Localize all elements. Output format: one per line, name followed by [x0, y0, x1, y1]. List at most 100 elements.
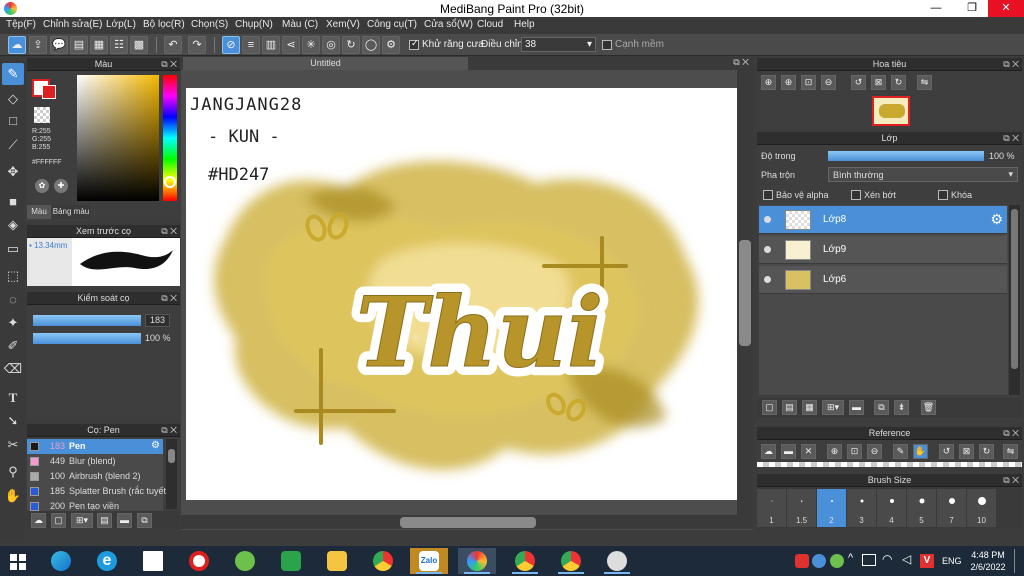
panel-close-icon[interactable]: ⧉ ✕ — [733, 57, 749, 68]
tab-palette[interactable]: Bảng màu — [52, 205, 90, 219]
ellipse-snap-icon[interactable]: ◯ — [362, 36, 380, 54]
duplicate-layer-icon[interactable]: ⧉ — [874, 400, 889, 415]
divide-tool-icon[interactable]: ✂ — [2, 434, 24, 456]
folder-icon[interactable]: ▬ — [849, 400, 864, 415]
layer-list-scrollbar[interactable] — [1009, 205, 1020, 395]
antialias-checkbox[interactable]: ✓ — [409, 38, 419, 50]
background-color-swatch[interactable] — [42, 85, 56, 99]
zoom-in-icon[interactable]: ⊕ — [761, 75, 776, 90]
menu-capture[interactable]: Chụp(N) — [235, 19, 273, 30]
eyedropper-tool-icon[interactable]: ⚲ — [2, 461, 24, 483]
menu-view[interactable]: Xem(V) — [326, 19, 360, 30]
select-tool-icon[interactable]: ⬚ — [2, 265, 24, 287]
copy-brush-icon[interactable]: ⧉ — [137, 513, 152, 528]
open-folder-icon[interactable]: ▬ — [781, 444, 796, 459]
soft-edge-checkbox[interactable] — [602, 40, 612, 50]
taskbar-medibang[interactable] — [458, 548, 496, 574]
zoom-out-icon[interactable]: ⊖ — [821, 75, 836, 90]
windows-start-icon[interactable] — [10, 554, 26, 570]
panel-close-icon[interactable]: ⧉ ✕ — [161, 225, 177, 238]
reset-rotate-icon[interactable]: ⊠ — [871, 75, 886, 90]
layer-row-9[interactable]: Lớp9 — [759, 236, 1007, 264]
brush-size-slider[interactable] — [33, 315, 141, 326]
zoom-in-2-icon[interactable]: ⊕ — [781, 75, 796, 90]
panel-close-icon[interactable]: ⧉ ✕ — [1003, 58, 1019, 71]
brush-size-option[interactable]: 4 — [877, 489, 907, 527]
document-canvas[interactable]: JANGJANG28 - KUN - #HD247 Thui Thui — [186, 88, 737, 500]
folder-icon[interactable]: ▬ — [117, 513, 132, 528]
fit-icon[interactable]: ⊡ — [801, 75, 816, 90]
cross-snap-icon[interactable]: ▥ — [262, 36, 280, 54]
select-pen-tool-icon[interactable]: ✐ — [2, 335, 24, 357]
tray-coccoc-icon[interactable] — [830, 554, 844, 568]
fill-shape-tool-icon[interactable]: ■ — [2, 191, 24, 213]
add-layer-menu-icon[interactable]: ⊞▾ — [822, 400, 844, 415]
tray-network-app-icon[interactable] — [812, 554, 826, 568]
menu-help[interactable]: Help — [514, 19, 535, 30]
minimize-button[interactable]: — — [918, 0, 954, 17]
brush-size-option[interactable]: 1.5 — [787, 489, 817, 527]
taskbar-ie[interactable]: e — [88, 548, 126, 574]
brush-list-scrollbar[interactable] — [166, 439, 177, 509]
taskbar-coccoc[interactable] — [226, 548, 264, 574]
add-brush-icon[interactable]: ⊞▾ — [71, 513, 93, 528]
brush-item-airbrush[interactable]: 100 Airbrush (blend 2) — [27, 469, 163, 484]
upload-icon[interactable]: ⇪ — [29, 36, 47, 54]
taskbar-edge[interactable] — [42, 548, 80, 574]
restore-button[interactable]: ❐ — [954, 0, 990, 17]
correction-select[interactable]: 38 ▾ — [521, 37, 596, 52]
magic-wand-tool-icon[interactable]: ✦ — [2, 312, 24, 334]
curve-snap-icon[interactable]: ↻ — [342, 36, 360, 54]
saturation-value-picker[interactable] — [77, 75, 159, 201]
taskbar-clock[interactable]: 4:48 PM 2/6/2022 — [968, 549, 1008, 573]
close-reference-icon[interactable]: ✕ — [801, 444, 816, 459]
panel-close-icon[interactable]: ⧉ ✕ — [1003, 474, 1019, 487]
panel-close-icon[interactable]: ⧉ ✕ — [1003, 132, 1019, 145]
snap-settings-icon[interactable]: ⚙ — [382, 36, 400, 54]
vanish-snap-icon[interactable]: ⋖ — [282, 36, 300, 54]
panel-close-icon[interactable]: ⧉ ✕ — [161, 292, 177, 305]
tab-untitled[interactable]: Untitled — [183, 57, 468, 70]
brush-size-option[interactable]: 2 — [817, 489, 847, 527]
no-snap-icon[interactable]: ⊘ — [222, 36, 240, 54]
new-layer-3-icon[interactable]: ▦ — [802, 400, 817, 415]
close-button[interactable]: ✕ — [988, 0, 1024, 17]
menu-color[interactable]: Màu (C) — [282, 19, 318, 30]
brush-size-option[interactable]: 3 — [847, 489, 877, 527]
chat-icon[interactable]: ▤ — [70, 36, 88, 54]
taskbar-snipping-tool[interactable] — [598, 548, 636, 574]
text-tool-icon[interactable]: T — [2, 387, 24, 409]
delete-layer-icon[interactable]: 🗑 — [921, 400, 936, 415]
palette-icon[interactable]: ✿ — [35, 179, 49, 193]
taskbar-chrome-profile-1[interactable] — [506, 548, 544, 574]
language-indicator[interactable]: ENG — [942, 556, 962, 566]
layer-row-6[interactable]: Lớp6 — [759, 266, 1007, 294]
brush-item-outline-pen[interactable]: 200 Pen tạo viền — [27, 499, 163, 511]
dot-tool-icon[interactable]: □ — [2, 110, 24, 132]
brush-size-option[interactable]: 5 — [907, 489, 937, 527]
tile-icon[interactable]: ▩ — [130, 36, 148, 54]
hand-icon[interactable]: ✋ — [913, 444, 928, 459]
document-icon[interactable]: ▦ — [90, 36, 108, 54]
taskbar-explorer[interactable] — [318, 548, 356, 574]
rotate-left-icon[interactable]: ↺ — [851, 75, 866, 90]
brush-opacity-slider[interactable] — [33, 333, 141, 344]
bucket-tool-icon[interactable]: ◈ — [2, 214, 24, 236]
layer-opacity-slider[interactable] — [828, 151, 984, 161]
wifi-icon[interactable]: ◠ — [882, 552, 892, 566]
flip-icon[interactable]: ⇋ — [917, 75, 932, 90]
parallel-snap-icon[interactable]: ≡ — [242, 36, 260, 54]
panel-close-icon[interactable]: ⧉ ✕ — [1003, 427, 1019, 440]
tray-chevron-up-icon[interactable]: ^ — [848, 552, 853, 564]
operation-tool-icon[interactable]: ➘ — [2, 410, 24, 432]
brush-item-blur[interactable]: 449 Blur (blend) — [27, 454, 163, 469]
taskbar-opera[interactable] — [180, 548, 218, 574]
gradient-tool-icon[interactable]: ▭ — [2, 238, 24, 260]
hue-slider-handle[interactable] — [164, 176, 176, 188]
comment-icon[interactable]: 💬 — [50, 36, 68, 54]
show-desktop-button[interactable] — [1014, 549, 1015, 573]
layer-row-8[interactable]: Lớp8 ⚙ — [759, 206, 1007, 234]
menu-window[interactable]: Cửa sổ(W) — [424, 19, 473, 30]
brush-size-option[interactable]: 1 — [757, 489, 787, 527]
navigator-thumbnail[interactable] — [872, 96, 910, 126]
